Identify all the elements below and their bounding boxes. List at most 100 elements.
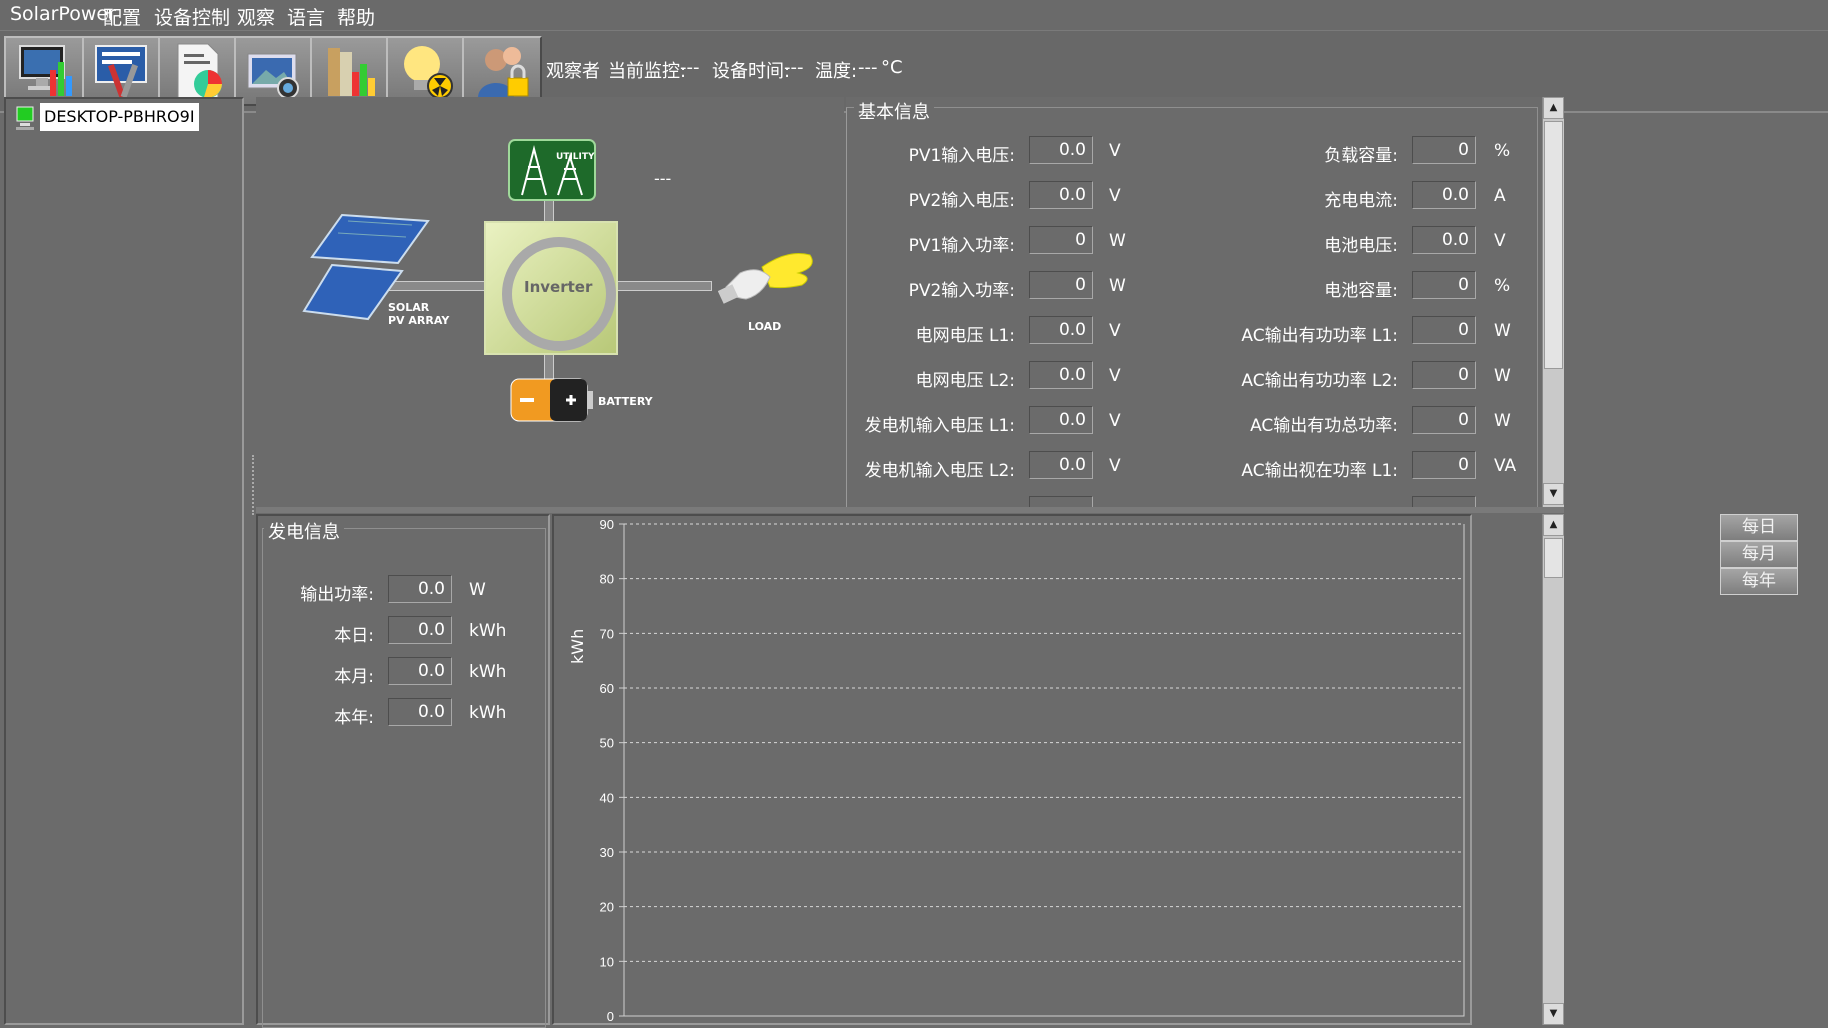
battery-voltage-field: 0.0 — [1412, 226, 1476, 254]
ac-active-power-l1-label: AC输出有功功率 L1: — [1241, 326, 1398, 346]
ac-active-power-l2-field: 0 — [1412, 361, 1476, 389]
settings-button[interactable] — [82, 36, 162, 106]
report-button[interactable] — [158, 36, 238, 106]
lower-scroll-up-button[interactable]: ▲ — [1543, 514, 1564, 536]
basic-info-scrollbar[interactable]: ▲ ▼ — [1542, 97, 1564, 507]
grid-voltage-l2-label: 电网电压 L2: — [915, 371, 1015, 391]
charge-current-label: 充电电流: — [1324, 191, 1398, 211]
pv1-power-label: PV1输入功率: — [908, 236, 1015, 256]
basic-info-title: 基本信息 — [854, 98, 934, 124]
monthly-button[interactable]: 每月 — [1720, 541, 1798, 568]
grid-voltage-l2-field: 0.0 — [1029, 361, 1093, 389]
data-button[interactable] — [310, 36, 390, 106]
year-energy-unit: kWh — [469, 703, 507, 723]
report-icon — [177, 43, 222, 99]
chart-ytick-label: 60 — [600, 681, 614, 696]
load-capacity-label: 负载容量: — [1324, 146, 1398, 166]
device-tree-panel: DESKTOP-PBHRO9I — [4, 97, 244, 1025]
utility-label: UTILITY — [556, 152, 595, 162]
temperature-unit: °C — [881, 57, 903, 78]
computer-icon — [16, 106, 34, 130]
menu-language[interactable]: 语言 — [287, 3, 325, 30]
pv2-power-field: 0 — [1029, 271, 1093, 299]
grid-voltage-l1-field: 0.0 — [1029, 316, 1093, 344]
scroll-up-button[interactable]: ▲ — [1543, 97, 1564, 119]
load-capacity-unit: % — [1494, 141, 1511, 161]
today-energy-unit: kWh — [469, 621, 507, 641]
daily-button[interactable]: 每日 — [1720, 514, 1798, 541]
pv1-power-field: 0 — [1029, 226, 1093, 254]
menu-config[interactable]: 配置 — [103, 3, 141, 30]
chart-ytick-label: 10 — [600, 954, 614, 969]
tree-item-device[interactable]: DESKTOP-PBHRO9I — [40, 103, 199, 131]
lower-scroll-down-button[interactable]: ▼ — [1543, 1003, 1564, 1025]
load-label: LOAD — [748, 320, 782, 333]
pv2-voltage-unit: V — [1109, 186, 1121, 206]
pv2-voltage-label: PV2输入电压: — [908, 191, 1015, 211]
utility-grid-icon — [508, 139, 596, 201]
load-bulb-icon — [718, 253, 813, 304]
generation-info-panel: 发电信息 输出功率: 0.0 W 本日: 0.0 kWh 本月: 0.0 kWh… — [256, 514, 550, 1028]
lower-scrollbar[interactable]: ▲ ▼ — [1542, 514, 1564, 1025]
menu-help[interactable]: 帮助 — [337, 3, 375, 30]
bulb-icon — [404, 46, 453, 99]
pv2-power-unit: W — [1109, 276, 1126, 296]
pv1-voltage-unit: V — [1109, 141, 1121, 161]
alarm-button[interactable] — [386, 36, 466, 106]
pv1-voltage-field: 0.0 — [1029, 136, 1093, 164]
today-energy-field: 0.0 — [388, 616, 452, 644]
chart-ylabel: kWh — [568, 628, 587, 664]
system-diagram: UTILITY --- SOLAR PV ARRAY Inverter LOAD… — [256, 97, 844, 507]
energy-chart: 0 10 20 30 40 50 60 70 80 90 kWh — [552, 514, 1472, 1025]
output-power-label: 输出功率: — [300, 585, 374, 605]
device-time-value: --- — [784, 57, 804, 78]
user-lock-icon — [478, 47, 529, 98]
chart-ytick-label: 50 — [600, 736, 614, 751]
chart-ytick-label: 70 — [600, 626, 614, 641]
horizontal-splitter[interactable] — [256, 507, 1564, 513]
chart-svg: 0 10 20 30 40 50 60 70 80 90 — [600, 517, 1465, 1023]
menu-device-control[interactable]: 设备控制 — [154, 3, 230, 30]
pv2-power-label: PV2输入功率: — [908, 281, 1015, 301]
monitor-button[interactable] — [4, 36, 84, 106]
battery-capacity-label: 电池容量: — [1324, 281, 1398, 301]
ac-active-power-l2-label: AC输出有功功率 L2: — [1241, 371, 1398, 391]
scroll-down-button[interactable]: ▼ — [1543, 483, 1564, 505]
charge-current-unit: A — [1494, 186, 1506, 206]
lower-scroll-thumb[interactable] — [1544, 538, 1563, 578]
month-energy-unit: kWh — [469, 662, 507, 682]
chart-ytick-label: 0 — [607, 1009, 614, 1023]
camera-button[interactable] — [234, 36, 314, 106]
pv2-voltage-field: 0.0 — [1029, 181, 1093, 209]
pv1-voltage-label: PV1输入电压: — [908, 146, 1015, 166]
utility-status: --- — [654, 169, 672, 188]
battery-label: BATTERY — [598, 395, 653, 408]
generator-voltage-l2-label: 发电机输入电压 L2: — [864, 461, 1015, 481]
ac-active-power-l1-field: 0 — [1412, 316, 1476, 344]
books-icon — [328, 48, 375, 96]
battery-voltage-unit: V — [1494, 231, 1506, 251]
solar-label-2: PV ARRAY — [388, 314, 450, 327]
user-button[interactable] — [462, 36, 542, 106]
battery-capacity-field: 0 — [1412, 271, 1476, 299]
generator-voltage-l2-unit: V — [1109, 456, 1121, 476]
scroll-thumb[interactable] — [1544, 121, 1563, 369]
grid-voltage-l1-unit: V — [1109, 321, 1121, 341]
chart-axes — [623, 524, 1465, 1017]
battery-icon — [510, 378, 593, 422]
hidden-row-field — [1029, 496, 1093, 507]
today-energy-label: 本日: — [334, 626, 374, 646]
yearly-button[interactable]: 每年 — [1720, 568, 1798, 595]
chart-ytick-label: 20 — [600, 900, 614, 915]
chart-ytick-label: 90 — [600, 517, 614, 532]
generator-voltage-l1-field: 0.0 — [1029, 406, 1093, 434]
chart-ytick-label: 80 — [600, 572, 614, 587]
load-capacity-field: 0 — [1412, 136, 1476, 164]
monitor-label: 当前监控: — [608, 61, 687, 82]
temperature-label: 温度: — [815, 61, 858, 82]
generator-voltage-l2-field: 0.0 — [1029, 451, 1093, 479]
battery-capacity-unit: % — [1494, 276, 1511, 296]
ac-active-power-l2-unit: W — [1494, 366, 1511, 386]
solar-label-1: SOLAR — [388, 301, 430, 314]
menu-view[interactable]: 观察 — [237, 3, 275, 30]
